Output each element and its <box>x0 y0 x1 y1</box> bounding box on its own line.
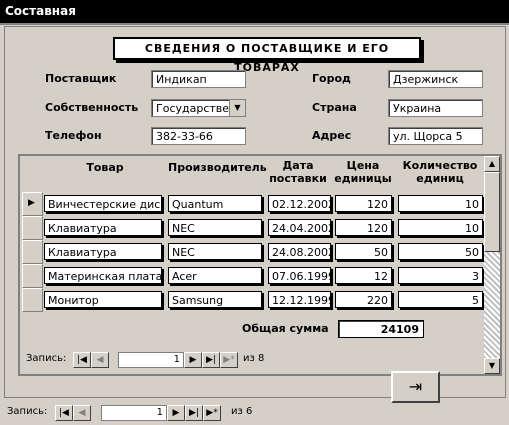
table-row[interactable]: ▶ Винчестерские диски Quantum 02.12.2002… <box>20 192 488 216</box>
cell-quantity[interactable]: 50 <box>398 243 483 260</box>
main-next-record-button[interactable]: ▶ <box>167 405 185 421</box>
scroll-thumb[interactable] <box>484 172 500 252</box>
record-selector[interactable]: ▶ <box>22 192 43 216</box>
cell-delivery-date[interactable]: 07.06.1999 <box>268 267 331 284</box>
goods-subform: Товар Производитель Дата поставки Цена е… <box>18 154 502 376</box>
main-new-record-button[interactable]: ▶* <box>203 405 221 421</box>
subform-record-count: из 8 <box>243 353 265 364</box>
cell-manufacturer[interactable]: Quantum <box>168 195 262 212</box>
main-record-count: из 6 <box>231 406 253 417</box>
cell-goods[interactable]: Клавиатура <box>44 243 162 260</box>
supplier-field[interactable]: Индикап <box>151 70 246 88</box>
cell-unit-price[interactable]: 120 <box>335 219 392 236</box>
chevron-down-icon[interactable]: ▼ <box>229 100 245 116</box>
form-body: СВЕДЕНИЯ О ПОСТАВЩИКЕ И ЕГО ТОВАРАХ Пост… <box>4 26 506 403</box>
column-header-unit-price: Цена единицы <box>334 159 392 185</box>
cell-manufacturer[interactable]: Samsung <box>168 291 262 308</box>
scroll-down-arrow-icon[interactable]: ▼ <box>484 358 500 374</box>
total-sum-label: Общая сумма <box>242 322 329 335</box>
cell-goods[interactable]: Материнская плата <box>44 267 162 284</box>
column-header-goods: Товар <box>86 161 124 174</box>
supplier-label: Поставщик <box>45 72 117 85</box>
city-field[interactable]: Дзержинск <box>388 70 483 88</box>
cell-goods[interactable]: Монитор <box>44 291 162 308</box>
cell-unit-price[interactable]: 120 <box>335 195 392 212</box>
record-selector[interactable] <box>22 240 43 264</box>
access-form-window: Составная СВЕДЕНИЯ О ПОСТАВЩИКЕ И ЕГО ТО… <box>0 0 509 425</box>
address-field[interactable]: ул. Щорса 5 <box>388 127 483 145</box>
main-first-record-button[interactable]: |◀ <box>55 405 73 421</box>
cell-quantity[interactable]: 10 <box>398 219 483 236</box>
subform-current-record-input[interactable]: 1 <box>118 352 184 368</box>
cell-delivery-date[interactable]: 24.08.2002 <box>268 243 331 260</box>
main-prev-record-button[interactable]: ◀ <box>73 405 91 421</box>
table-row[interactable]: Монитор Samsung 12.12.1999 220 5 <box>20 288 488 312</box>
ownership-dropdown[interactable]: Государственно ▼ <box>151 99 246 117</box>
cell-goods[interactable]: Винчестерские диски <box>44 195 162 212</box>
main-current-record-input[interactable]: 1 <box>101 405 167 421</box>
scroll-up-arrow-icon[interactable]: ▲ <box>484 156 500 172</box>
subform-record-label: Запись: <box>26 353 67 364</box>
window-title: Составная <box>5 4 76 18</box>
scroll-track[interactable] <box>484 252 500 358</box>
cell-manufacturer[interactable]: Acer <box>168 267 262 284</box>
title-bar[interactable]: Составная <box>0 0 509 25</box>
table-row[interactable]: Материнская плата Acer 07.06.1999 12 3 <box>20 264 488 288</box>
city-label: Город <box>312 72 351 85</box>
table-row[interactable]: Клавиатура NEC 24.04.2002 120 10 <box>20 216 488 240</box>
current-record-arrow-icon: ▶ <box>28 198 35 208</box>
exit-button[interactable]: ⇥ <box>391 371 440 403</box>
column-header-delivery-date: Дата поставки <box>269 159 327 185</box>
exit-door-icon: ⇥ <box>408 377 423 396</box>
form-header-box: СВЕДЕНИЯ О ПОСТАВЩИКЕ И ЕГО ТОВАРАХ <box>113 37 421 74</box>
cell-delivery-date[interactable]: 02.12.2002 <box>268 195 331 212</box>
record-selector[interactable] <box>22 216 43 240</box>
main-record-navigator: Запись: |◀ ◀ 1 ▶ ▶| ▶* из 6 <box>7 405 307 421</box>
country-field[interactable]: Украина <box>388 99 483 117</box>
address-label: Адрес <box>312 129 352 142</box>
subform-vertical-scrollbar[interactable]: ▲ ▼ <box>484 156 500 374</box>
record-selector[interactable] <box>22 264 43 288</box>
cell-unit-price[interactable]: 220 <box>335 291 392 308</box>
phone-label: Телефон <box>45 129 102 142</box>
next-record-button[interactable]: ▶ <box>184 352 202 368</box>
cell-delivery-date[interactable]: 12.12.1999 <box>268 291 331 308</box>
total-sum-field: 24109 <box>338 320 424 338</box>
first-record-button[interactable]: |◀ <box>73 352 91 368</box>
record-selector[interactable] <box>22 288 43 312</box>
cell-quantity[interactable]: 5 <box>398 291 483 308</box>
ownership-label: Собственность <box>45 101 139 114</box>
table-row[interactable]: Клавиатура NEC 24.08.2002 50 50 <box>20 240 488 264</box>
cell-unit-price[interactable]: 50 <box>335 243 392 260</box>
prev-record-button[interactable]: ◀ <box>91 352 109 368</box>
column-header-manufacturer: Производитель <box>168 161 267 174</box>
cell-manufacturer[interactable]: NEC <box>168 219 262 236</box>
cell-manufacturer[interactable]: NEC <box>168 243 262 260</box>
main-record-label: Запись: <box>7 406 48 417</box>
new-record-button[interactable]: ▶* <box>220 352 238 368</box>
column-header-quantity: Количество единиц <box>402 159 478 185</box>
country-label: Страна <box>312 101 357 114</box>
last-record-button[interactable]: ▶| <box>202 352 220 368</box>
cell-unit-price[interactable]: 12 <box>335 267 392 284</box>
subform-record-navigator: Запись: |◀ ◀ 1 ▶ ▶| ▶* из 8 <box>26 352 326 368</box>
phone-field[interactable]: 382-33-66 <box>151 127 246 145</box>
main-last-record-button[interactable]: ▶| <box>185 405 203 421</box>
cell-goods[interactable]: Клавиатура <box>44 219 162 236</box>
cell-quantity[interactable]: 3 <box>398 267 483 284</box>
cell-delivery-date[interactable]: 24.04.2002 <box>268 219 331 236</box>
cell-quantity[interactable]: 10 <box>398 195 483 212</box>
